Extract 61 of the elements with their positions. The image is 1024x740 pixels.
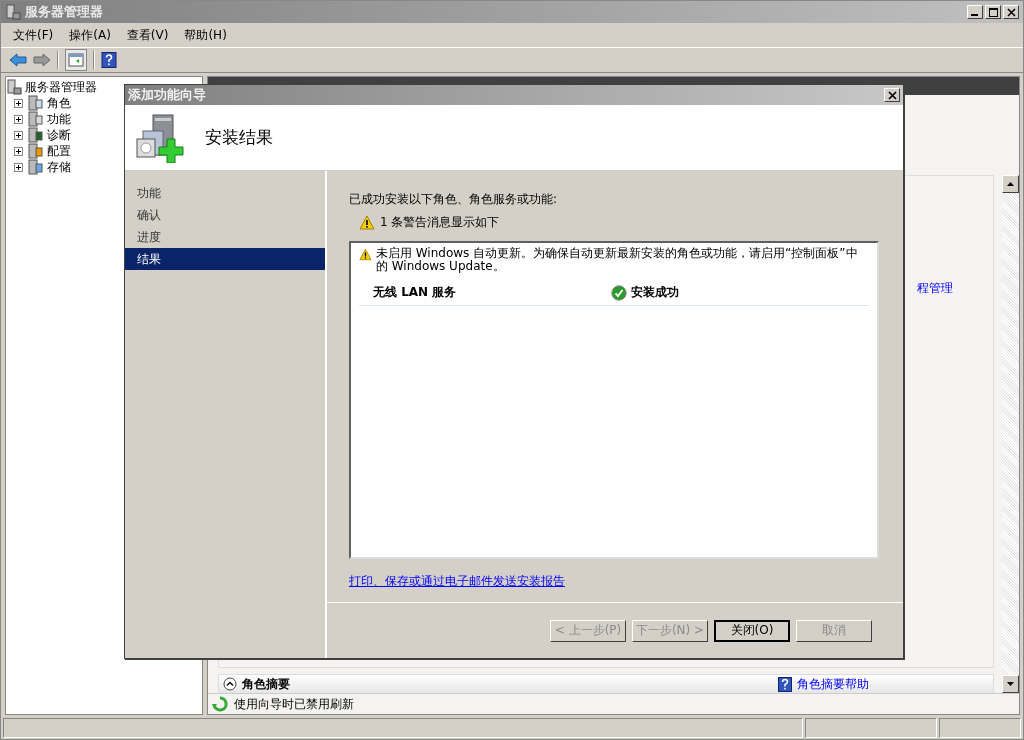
install-status: 安装成功 — [631, 284, 679, 301]
server-icon — [27, 95, 43, 111]
menu-item[interactable]: 文件(F) — [13, 26, 54, 44]
server-icon — [27, 159, 43, 175]
dialog-title: 添加功能向导 — [128, 86, 206, 104]
notice-text: 使用向导时已禁用刷新 — [234, 695, 354, 713]
warning-summary: 1 条警告消息显示如下 — [380, 214, 500, 231]
tree-item[interactable]: 功能 — [47, 110, 71, 128]
server-icon — [6, 79, 22, 95]
console-tree-icon[interactable] — [65, 49, 87, 71]
wizard-step[interactable]: 功能 — [125, 182, 325, 204]
server-install-icon — [135, 112, 185, 163]
help-icon[interactable] — [778, 676, 792, 692]
expander-icon[interactable] — [14, 98, 23, 108]
wizard-step[interactable]: 结果 — [125, 248, 325, 270]
link[interactable]: 程管理 — [917, 280, 953, 297]
wizard-step[interactable]: 确认 — [125, 204, 325, 226]
server-icon — [27, 143, 43, 159]
close-icon — [1006, 7, 1016, 17]
warning-icon — [359, 215, 375, 230]
check-icon — [611, 284, 627, 301]
window-title: 服务器管理器 — [25, 3, 103, 21]
report-link[interactable]: 打印、保存或通过电子邮件发送安装报告 — [349, 573, 565, 590]
menu-item[interactable]: 查看(V) — [126, 26, 169, 44]
collapse-icon[interactable] — [223, 677, 237, 691]
tree-item[interactable]: 存储 — [47, 158, 71, 176]
expander-icon[interactable] — [14, 130, 23, 140]
section-title: 角色摘要 — [242, 675, 290, 693]
menu-item[interactable]: 操作(A) — [69, 26, 111, 44]
intro-text: 已成功安装以下角色、角色服务或功能: — [349, 191, 559, 208]
scrollbar[interactable] — [1002, 175, 1019, 693]
server-icon — [27, 111, 43, 127]
feature-name: 无线 LAN 服务 — [373, 284, 458, 301]
scroll-up-icon[interactable] — [1007, 182, 1014, 186]
expander-icon[interactable] — [14, 162, 23, 172]
forward-icon[interactable] — [33, 52, 51, 68]
warning-icon — [359, 247, 372, 262]
expander-icon[interactable] — [14, 114, 23, 124]
page-heading: 安装结果 — [205, 126, 273, 149]
server-icon — [5, 4, 21, 20]
server-icon — [27, 127, 43, 143]
expander-icon[interactable] — [14, 146, 23, 156]
tree-item[interactable]: 配置 — [47, 142, 71, 160]
minimize-button[interactable] — [967, 5, 983, 19]
tree-item[interactable]: 角色 — [47, 94, 71, 112]
wizard-button[interactable]: 关闭(O) — [714, 619, 790, 642]
help-icon[interactable] — [101, 52, 117, 68]
maximize-button[interactable] — [985, 5, 1001, 19]
wizard-step[interactable]: 进度 — [125, 226, 325, 248]
maximize-icon — [988, 7, 998, 17]
refresh-icon — [212, 696, 228, 712]
close-button[interactable] — [884, 88, 900, 102]
section-header[interactable]: 角色摘要 角色摘要帮助 — [218, 674, 994, 693]
scroll-down-icon[interactable] — [1007, 682, 1014, 686]
warning-message: 未启用 Windows 自动更新。为确保自动更新最新安装的角色或功能，请启用“控制面板”中的 Windows Update。 — [375, 247, 859, 273]
help-link[interactable]: 角色摘要帮助 — [797, 675, 869, 693]
close-icon — [887, 90, 897, 100]
back-icon[interactable] — [9, 52, 27, 68]
close-button[interactable] — [1003, 5, 1019, 19]
tree-item[interactable]: 诊断 — [47, 126, 71, 144]
menu-item[interactable]: 帮助(H) — [184, 26, 227, 44]
